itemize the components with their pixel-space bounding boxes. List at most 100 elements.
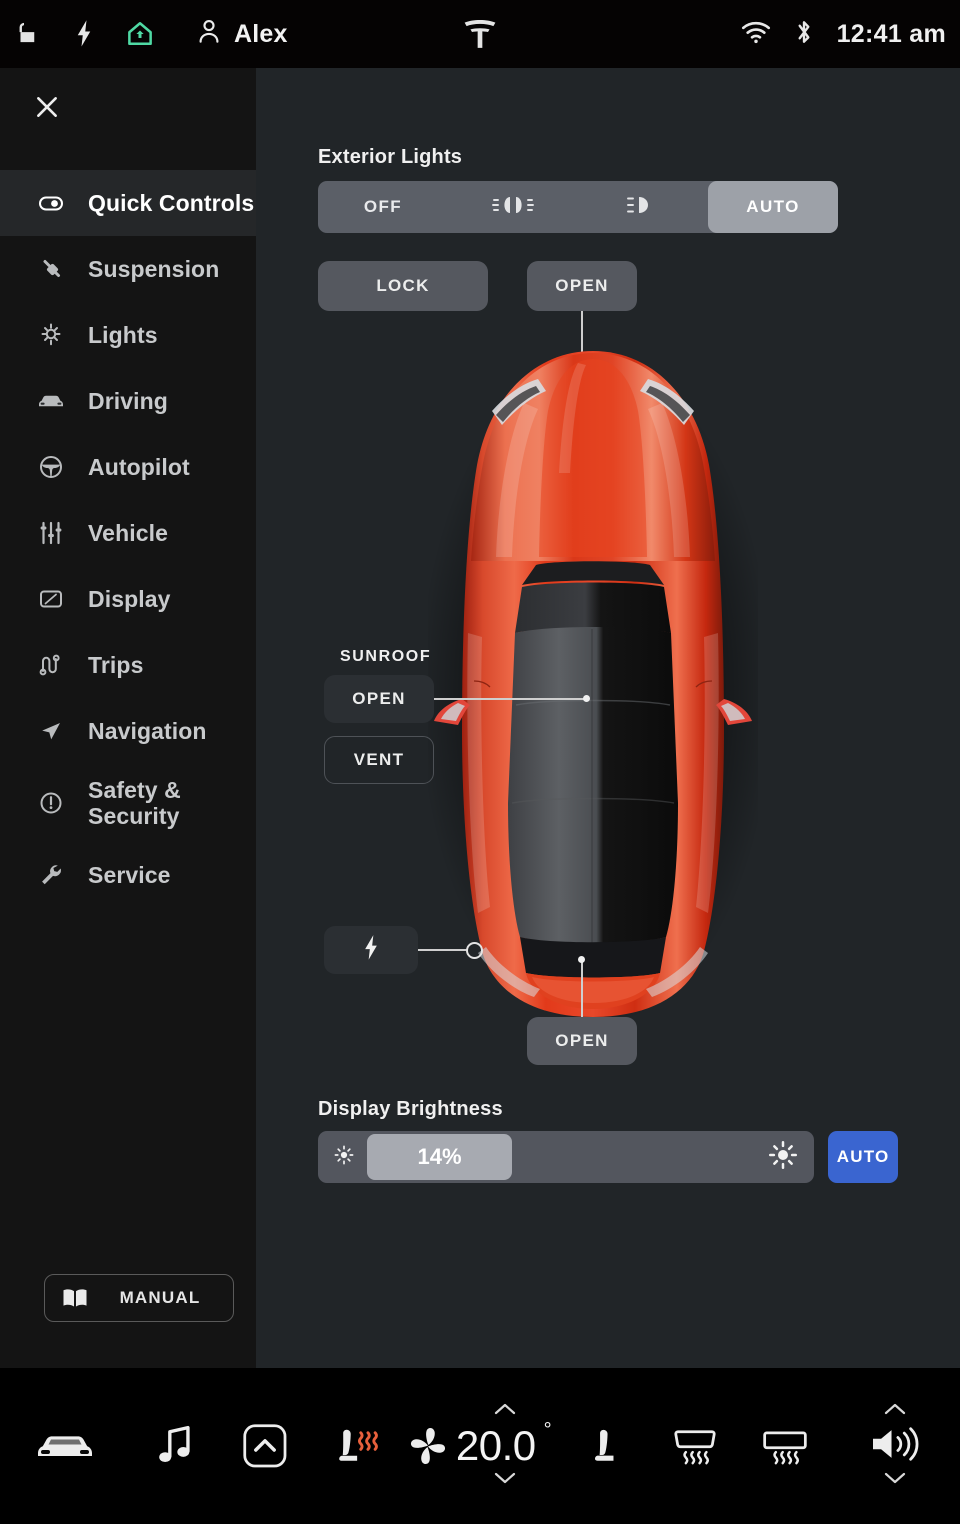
lights-option-headlights[interactable] bbox=[578, 181, 708, 233]
sidebar-item-label: Navigation bbox=[88, 717, 207, 744]
sidebar-item-label: Driving bbox=[88, 387, 168, 414]
wrench-icon bbox=[36, 861, 66, 889]
frunk-open-button[interactable]: OPEN bbox=[527, 261, 637, 311]
sidebar: Quick Controls Suspension Lights Driving… bbox=[0, 68, 256, 1368]
lock-button[interactable]: LOCK bbox=[318, 261, 488, 311]
sidebar-item-label: Vehicle bbox=[88, 519, 168, 546]
vehicle-top-view-image[interactable] bbox=[418, 333, 774, 1033]
sunroof-leader-dot bbox=[583, 695, 590, 702]
trunk-leader-dot bbox=[578, 956, 585, 963]
book-icon bbox=[45, 1286, 105, 1310]
steering-wheel-icon bbox=[36, 453, 66, 481]
controls-window: Quick Controls Suspension Lights Driving… bbox=[0, 68, 960, 1368]
sidebar-item-label: Trips bbox=[88, 651, 144, 678]
close-icon[interactable] bbox=[26, 86, 68, 128]
sidebar-item-navigation[interactable]: Navigation bbox=[0, 698, 256, 764]
sidebar-item-label: Quick Controls bbox=[88, 189, 255, 216]
manual-button[interactable]: MANUAL bbox=[44, 1274, 234, 1322]
car-icon[interactable] bbox=[0, 1368, 131, 1524]
exterior-lights-segmented-control: OFF AUTO bbox=[318, 181, 838, 233]
seat-heater-left-icon[interactable] bbox=[310, 1368, 407, 1524]
navigation-arrow-icon bbox=[36, 717, 66, 745]
lights-option-off[interactable]: OFF bbox=[318, 181, 448, 233]
media-note-icon[interactable] bbox=[131, 1368, 221, 1524]
brightness-value: 14% bbox=[417, 1144, 462, 1169]
trip-meter-icon bbox=[36, 651, 66, 679]
screen-icon bbox=[36, 585, 66, 613]
seat-icon[interactable] bbox=[561, 1368, 651, 1524]
quick-controls-panel: Exterior Lights OFF AUTO LOCK OPEN SUNRO… bbox=[256, 68, 960, 1368]
sidebar-item-quick-controls[interactable]: Quick Controls bbox=[0, 170, 256, 236]
status-bar-right: 12:41 am bbox=[741, 0, 946, 68]
sidebar-menu: Quick Controls Suspension Lights Driving… bbox=[0, 170, 256, 908]
temperature-up-icon[interactable] bbox=[493, 1402, 517, 1421]
sidebar-item-label: Autopilot bbox=[88, 453, 190, 480]
brightness-low-icon bbox=[332, 1143, 356, 1172]
trunk-open-button[interactable]: OPEN bbox=[527, 1017, 637, 1065]
sidebar-item-driving[interactable]: Driving bbox=[0, 368, 256, 434]
sidebar-item-service[interactable]: Service bbox=[0, 842, 256, 908]
brightness-auto-label: AUTO bbox=[836, 1147, 890, 1166]
wifi-icon[interactable] bbox=[741, 20, 771, 49]
sidebar-item-autopilot[interactable]: Autopilot bbox=[0, 434, 256, 500]
sidebar-item-display[interactable]: Display bbox=[0, 566, 256, 632]
display-brightness-row: 14% AUTO bbox=[318, 1130, 898, 1184]
sunroof-open-button[interactable]: OPEN bbox=[324, 675, 434, 723]
sidebar-item-label: Lights bbox=[88, 321, 158, 348]
sun-rays-icon bbox=[36, 321, 66, 349]
frunk-open-button-label: OPEN bbox=[555, 276, 609, 295]
sidebar-item-label: Service bbox=[88, 861, 171, 888]
manual-button-label: MANUAL bbox=[119, 1288, 201, 1307]
volume-up-icon[interactable] bbox=[883, 1402, 907, 1421]
volume-down-icon[interactable] bbox=[883, 1471, 907, 1490]
bottom-bar: 20.0 ° bbox=[0, 1368, 960, 1524]
sidebar-item-label: Safety & Security bbox=[88, 776, 181, 829]
sunroof-open-button-label: OPEN bbox=[352, 689, 406, 708]
sidebar-item-trips[interactable]: Trips bbox=[0, 632, 256, 698]
front-defrost-icon[interactable] bbox=[740, 1368, 830, 1524]
charge-port-leader-line bbox=[418, 949, 468, 951]
fan-icon[interactable] bbox=[407, 1368, 449, 1524]
trunk-leader-line bbox=[581, 960, 583, 1017]
lights-option-auto-label: AUTO bbox=[746, 197, 800, 216]
expand-up-icon[interactable] bbox=[220, 1368, 310, 1524]
tesla-touchscreen: Alex 12:41 am Quick Controls Suspension … bbox=[0, 0, 960, 1524]
temperature-value-group: 20.0 ° bbox=[456, 1418, 554, 1470]
charge-port-button[interactable] bbox=[324, 926, 418, 974]
lock-button-label: LOCK bbox=[376, 276, 430, 295]
car-front-icon bbox=[36, 387, 66, 415]
volume-control[interactable] bbox=[829, 1368, 960, 1524]
sunroof-vent-button[interactable]: VENT bbox=[324, 736, 434, 784]
charge-port-leader-ring bbox=[466, 942, 483, 959]
lights-option-auto[interactable]: AUTO bbox=[708, 181, 838, 233]
temperature-down-icon[interactable] bbox=[493, 1471, 517, 1490]
degree-symbol: ° bbox=[543, 1418, 552, 1441]
sunroof-leader-line bbox=[434, 698, 586, 700]
rear-defrost-icon[interactable] bbox=[650, 1368, 740, 1524]
toggle-icon bbox=[36, 189, 66, 217]
shock-absorber-icon bbox=[36, 255, 66, 283]
exterior-lights-title: Exterior Lights bbox=[318, 146, 463, 168]
parking-lights-icon bbox=[491, 193, 535, 222]
brightness-high-icon bbox=[768, 1140, 798, 1175]
lights-option-off-label: OFF bbox=[363, 197, 403, 216]
temperature-control[interactable]: 20.0 ° bbox=[449, 1368, 561, 1524]
display-brightness-title: Display Brightness bbox=[318, 1098, 503, 1120]
status-bar: Alex 12:41 am bbox=[0, 0, 960, 68]
lights-option-parking[interactable] bbox=[448, 181, 578, 233]
brightness-slider-fill[interactable]: 14% bbox=[367, 1134, 512, 1180]
sliders-icon bbox=[36, 519, 66, 547]
clock: 12:41 am bbox=[836, 19, 946, 48]
sidebar-item-safety-security[interactable]: Safety & Security bbox=[0, 764, 256, 842]
charge-bolt-icon bbox=[360, 934, 382, 967]
brightness-auto-button[interactable]: AUTO bbox=[828, 1131, 898, 1183]
sidebar-item-suspension[interactable]: Suspension bbox=[0, 236, 256, 302]
sidebar-item-lights[interactable]: Lights bbox=[0, 302, 256, 368]
brightness-slider[interactable]: 14% bbox=[318, 1131, 815, 1183]
sidebar-item-label: Display bbox=[88, 585, 171, 612]
trunk-open-button-label: OPEN bbox=[555, 1031, 609, 1050]
sunroof-label: SUNROOF bbox=[340, 648, 432, 665]
bluetooth-icon[interactable] bbox=[793, 18, 815, 51]
sidebar-item-vehicle[interactable]: Vehicle bbox=[0, 500, 256, 566]
volume-icon[interactable] bbox=[868, 1422, 922, 1471]
